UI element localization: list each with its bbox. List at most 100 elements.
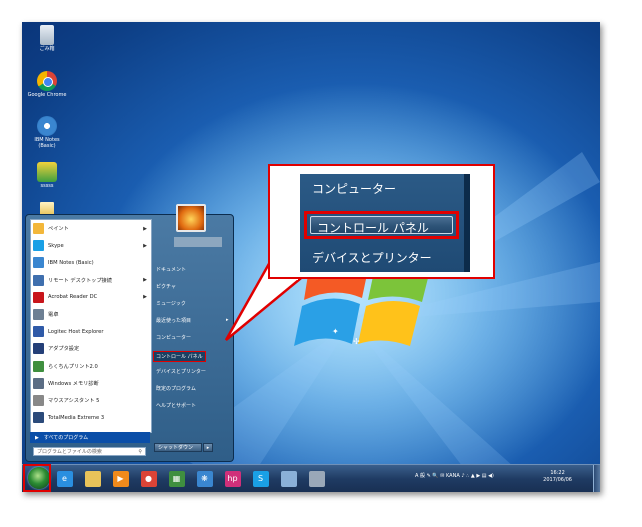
taskbar-button[interactable]: S — [250, 468, 271, 489]
clock-time: 16:22 — [550, 470, 565, 476]
recycle-bin-label: ごみ箱 — [39, 46, 55, 52]
right-pane-label: コンピューター — [156, 335, 192, 341]
right-pane-item[interactable]: デバイスとプリンター — [156, 368, 206, 375]
taskbar-button[interactable] — [278, 468, 299, 489]
program-item[interactable]: IBM Notes (Basic) — [31, 254, 151, 271]
ibm-notes-label: IBM Notes (Basic) — [34, 137, 60, 149]
acrobat-icon — [33, 291, 44, 303]
program-item[interactable]: Acrobat Reader DC ▶ — [31, 289, 151, 306]
taskbar-button[interactable]: hp — [222, 468, 243, 489]
zoom-devices-item[interactable]: デバイスとプリンター — [312, 249, 432, 266]
remote-desktop-icon — [33, 274, 44, 286]
taskbar-media-player-icon: ▶ — [112, 470, 129, 487]
taskbar-button[interactable]: ▶ — [110, 468, 131, 489]
program-item[interactable]: らくちんプリント2.0 — [31, 358, 151, 375]
program-item[interactable]: リモート デスクトップ接続 ▶ — [31, 272, 151, 289]
right-pane-item[interactable]: 既定のプログラム — [156, 385, 196, 392]
totalmedia-icon — [33, 412, 44, 424]
taskbar-button[interactable] — [82, 468, 103, 489]
system-tray[interactable]: A 般 ✎ 🔍 ✉ KANA ♪ ∴ ▲ ▶ ▤ ◀) — [415, 472, 494, 479]
taskbar-app-icon: ▦ — [168, 470, 185, 487]
zoom-control-panel-label: コントロール パネル — [317, 221, 429, 235]
chrome-label: Google Chrome — [27, 92, 67, 98]
taskbar-button[interactable]: ▦ — [166, 468, 187, 489]
program-item[interactable]: 電卓 — [31, 306, 151, 323]
memory-diagnostic-icon — [33, 377, 44, 389]
zoom-edge — [464, 174, 470, 272]
shutdown-button[interactable]: シャットダウン — [154, 443, 202, 452]
all-programs-label: すべてのプログラム — [43, 435, 89, 441]
program-item[interactable]: Skype ▶ — [31, 237, 151, 254]
all-programs-button[interactable]: ▶ すべてのプログラム — [30, 432, 150, 443]
right-pane-label: ドキュメント — [156, 267, 187, 273]
print-icon — [33, 360, 44, 372]
program-label: IBM Notes (Basic) — [48, 259, 94, 266]
taskbar-tool-icon — [308, 470, 325, 487]
right-pane-label: 最近使った項目 — [156, 318, 192, 324]
program-label: Logitec Host Explorer — [48, 328, 104, 335]
submenu-arrow-icon: ▶ — [143, 294, 147, 301]
right-pane-item[interactable]: コンピューター — [156, 334, 191, 341]
right-pane-item[interactable]: ヘルプとサポート — [156, 402, 196, 409]
adapter-icon — [33, 343, 44, 355]
taskbar-hp-icon: hp — [224, 470, 241, 487]
clock-date: 2017/06/06 — [543, 477, 572, 483]
svg-text:✢: ✢ — [353, 337, 360, 346]
submenu-arrow-icon: ▶ — [143, 242, 147, 249]
taskbar-button[interactable]: ● — [138, 468, 159, 489]
taskbar-chrome-icon: ● — [140, 470, 157, 487]
program-item[interactable]: Windows メモリ診断 — [31, 375, 151, 392]
right-pane-label: ミュージック — [156, 301, 186, 307]
paint-icon — [33, 223, 44, 235]
start-menu: ペイント ▶ Skype ▶ IBM Notes (Basic) リモート デスクトップ接… — [25, 204, 234, 462]
taskbar-button[interactable]: e — [54, 468, 75, 489]
submenu-arrow-icon: ▸ — [226, 317, 229, 323]
search-input[interactable]: プログラムとファイルの検索 ⚲ — [33, 447, 146, 456]
app-shortcut[interactable]: sssss — [24, 162, 70, 189]
right-pane-item[interactable]: ピクチャ — [156, 283, 176, 290]
right-pane-label: 既定のプログラム — [156, 386, 196, 392]
ibm-notes-shortcut[interactable]: IBM Notes (Basic) — [24, 116, 70, 149]
start-button-highlight — [23, 464, 51, 492]
taskbar-ie-icon: e — [56, 470, 73, 487]
start-right-pane: ドキュメント ピクチャ ミュージック 最近使った項目 ▸ コンピューター コントロール パ… — [152, 219, 230, 454]
program-item[interactable]: アダプタ設定 — [31, 340, 151, 357]
program-label: ペイント — [48, 226, 69, 233]
right-pane-label: デバイスとプリンター — [156, 369, 206, 375]
program-item[interactable]: ペイント ▶ — [31, 220, 151, 237]
recycle-bin[interactable]: ごみ箱 — [24, 25, 70, 52]
program-label: マウスアシスタント 5 — [48, 397, 100, 404]
clock[interactable]: 16:22 2017/06/06 — [543, 470, 572, 484]
right-pane-item[interactable]: 最近使った項目 ▸ — [156, 317, 229, 324]
submenu-arrow-icon: ▶ — [143, 277, 147, 284]
tray-text: A 般 ✎ 🔍 ✉ KANA ♪ ∴ ▲ ▶ ▤ ◀) — [415, 473, 494, 479]
right-pane-item[interactable]: ドキュメント — [156, 266, 186, 273]
chrome-shortcut[interactable]: Google Chrome — [24, 71, 70, 98]
shutdown-options-button[interactable]: ▸ — [203, 443, 213, 452]
taskbar-ibm-notes-icon: ❋ — [196, 470, 213, 487]
right-pane-label: コントロール パネル — [156, 354, 203, 360]
program-label: 電卓 — [48, 312, 59, 319]
right-pane-item[interactable]: ミュージック — [156, 300, 186, 307]
svg-text:✦: ✦ — [332, 327, 339, 336]
right-pane-item[interactable]: コントロール パネル — [153, 351, 206, 362]
program-item[interactable]: マウスアシスタント 5 — [31, 392, 151, 409]
ibm-notes-icon — [37, 116, 57, 136]
search-placeholder: プログラムとファイルの検索 — [37, 449, 102, 455]
taskbar-skype-icon: S — [252, 470, 269, 487]
right-pane-label: ヘルプとサポート — [156, 403, 197, 409]
program-item[interactable]: TotalMedia Extreme 3 — [31, 409, 151, 426]
program-label: リモート デスクトップ接続 — [48, 277, 112, 284]
zoom-control-panel-highlight[interactable]: コントロール パネル — [304, 211, 459, 239]
taskbar-button[interactable] — [306, 468, 327, 489]
zoom-computer-item[interactable]: コンピューター — [312, 180, 396, 197]
zoom-control-panel-item[interactable]: コントロール パネル — [310, 216, 453, 235]
show-desktop-button[interactable] — [593, 465, 600, 492]
program-label: アダプタ設定 — [48, 346, 80, 353]
zoomed-start-menu: コンピューター コントロール パネル デバイスとプリンター — [300, 174, 470, 272]
taskbar-button[interactable]: ❋ — [194, 468, 215, 489]
program-item[interactable]: Logitec Host Explorer — [31, 323, 151, 340]
zoom-callout: コンピューター コントロール パネル デバイスとプリンター — [268, 164, 495, 279]
program-label: TotalMedia Extreme 3 — [48, 414, 105, 421]
program-label: らくちんプリント2.0 — [48, 363, 98, 370]
